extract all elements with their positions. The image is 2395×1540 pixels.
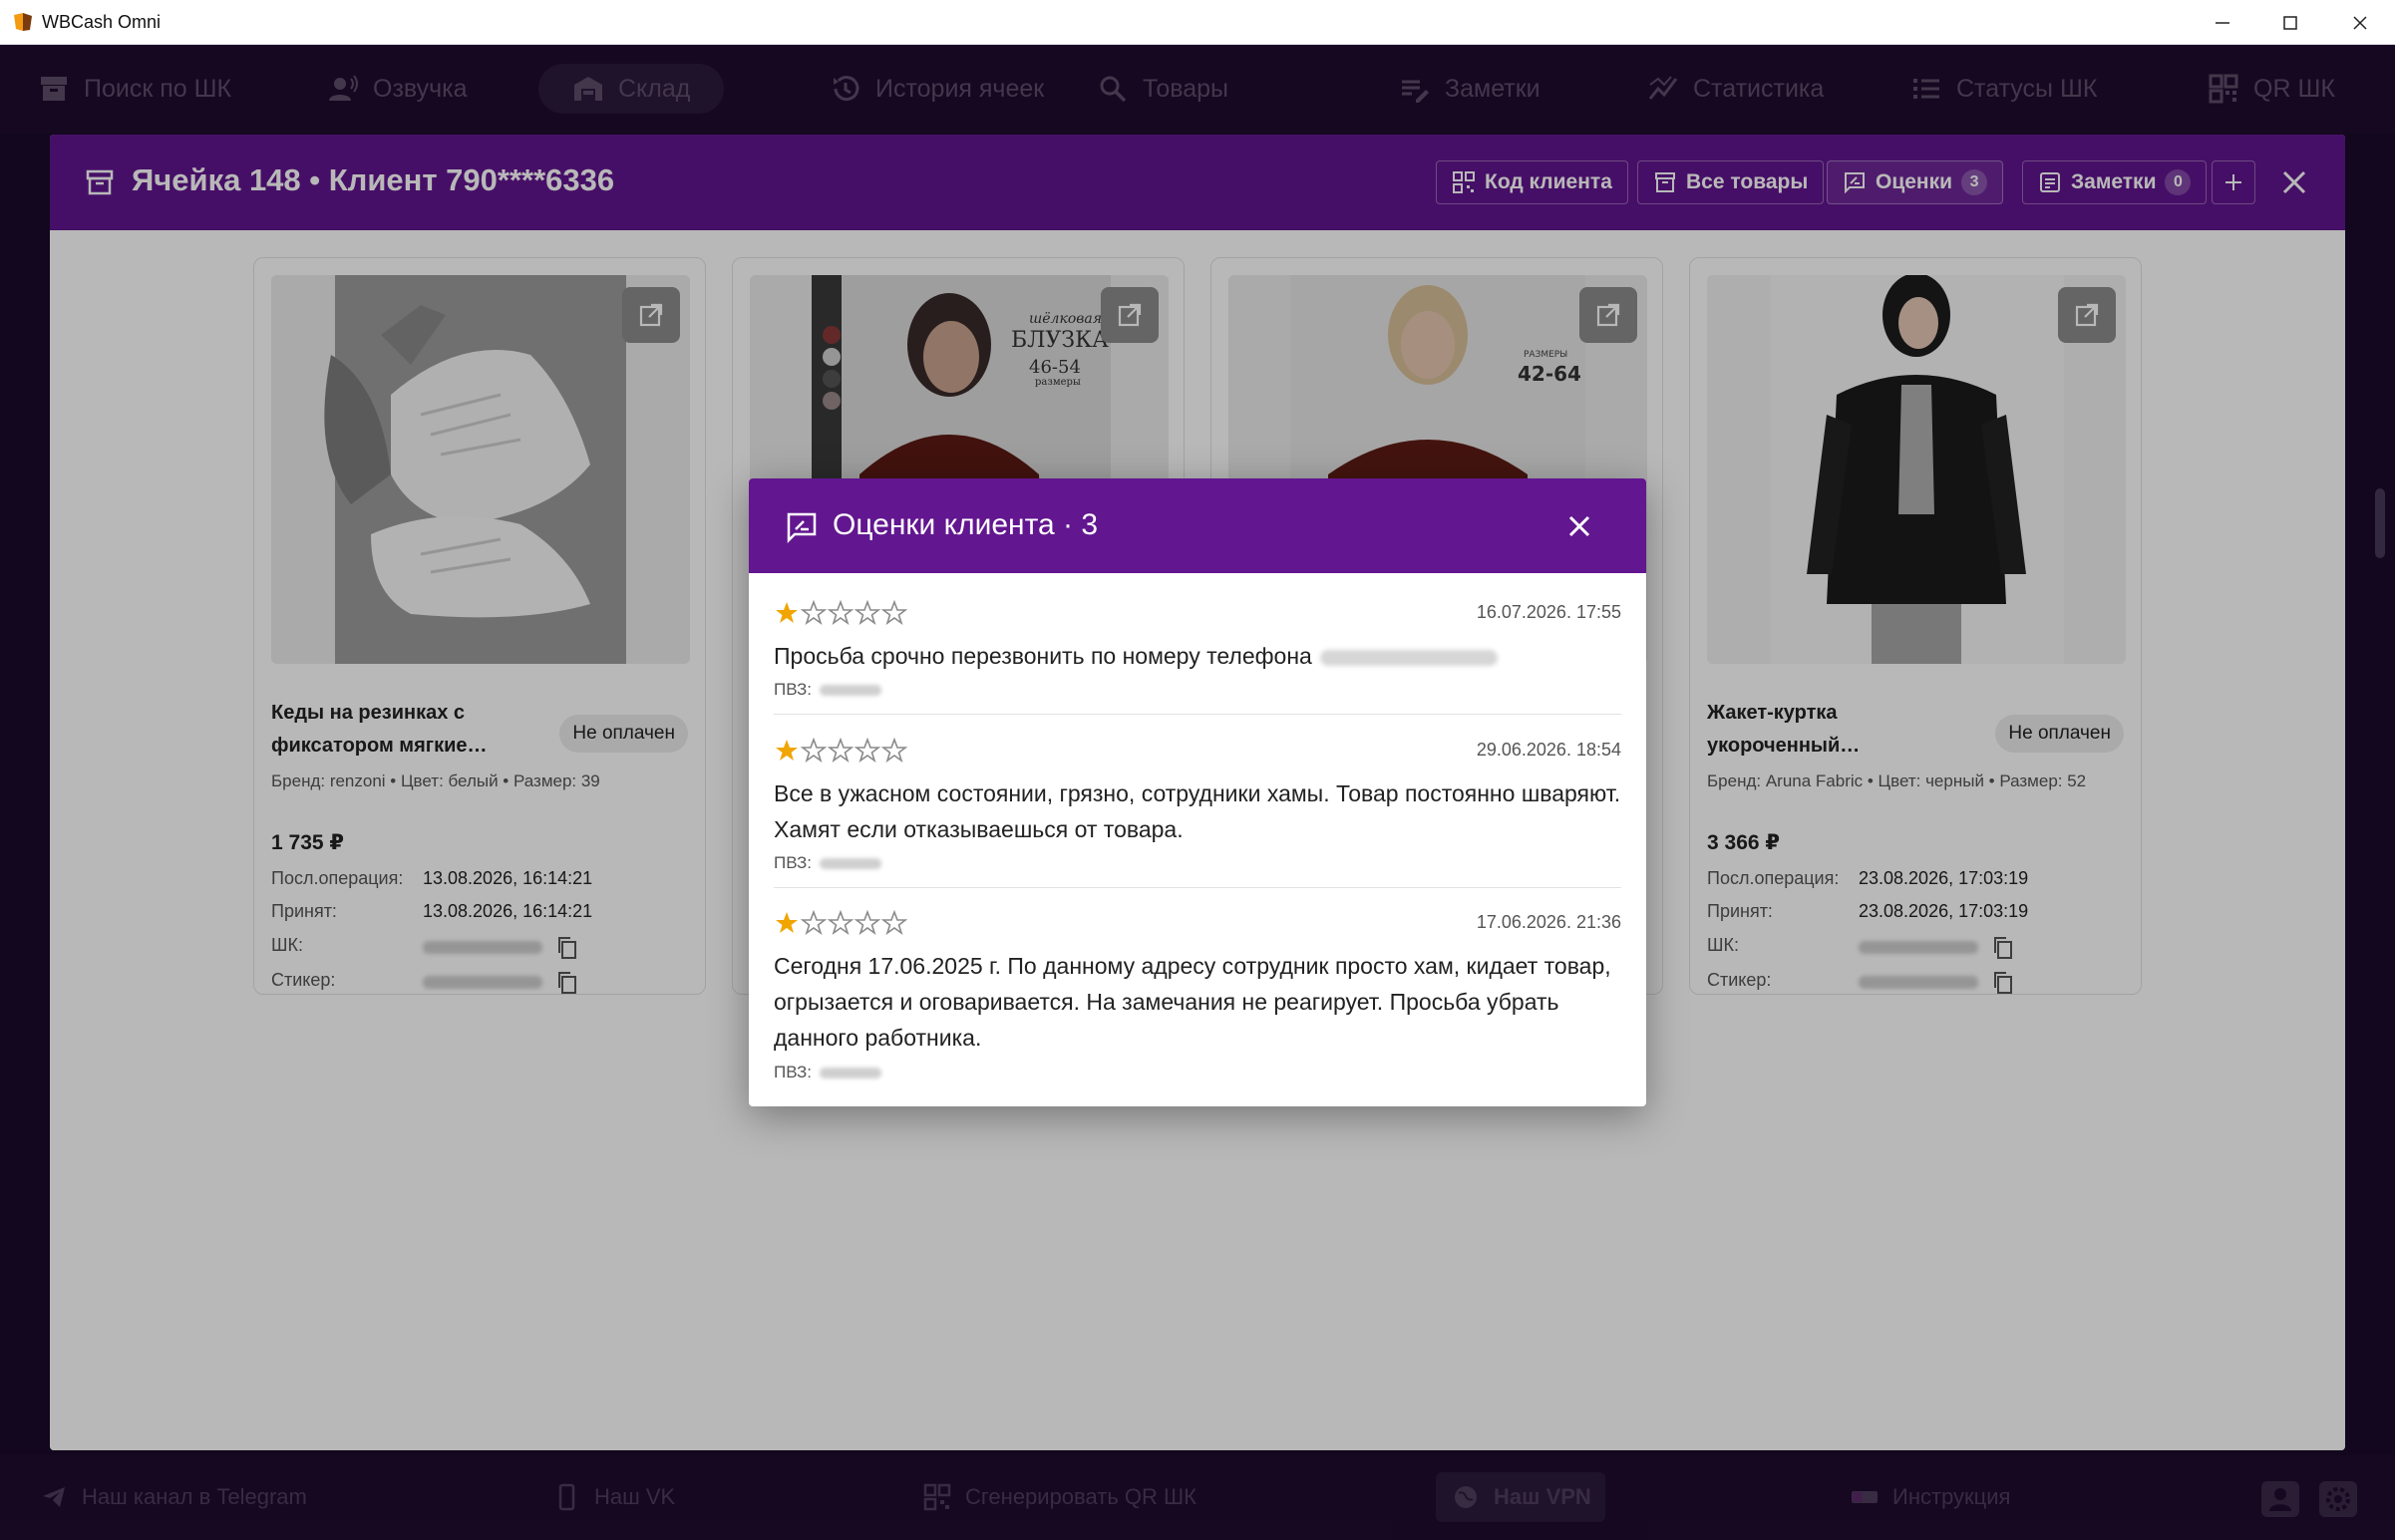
star-empty-icon (881, 910, 907, 936)
star-filled-icon (776, 912, 798, 933)
ratings-dialog: Оценки клиента · 3 16.07.2026. 17:55 Про… (749, 478, 1646, 1106)
maximize-icon (2283, 15, 2297, 30)
dialog-header: Оценки клиента · 3 (749, 478, 1646, 573)
title-bar: WBCash Omni (0, 0, 2395, 45)
star-empty-icon (828, 600, 854, 626)
star-filled-icon (776, 740, 798, 761)
pickup-point: ПВЗ: (774, 680, 881, 700)
star-rating (774, 600, 907, 626)
minimize-button[interactable] (2189, 0, 2256, 45)
pvz-label: ПВЗ: (774, 1063, 812, 1081)
review-date: 17.06.2026. 21:36 (1476, 912, 1621, 932)
review-item: 16.07.2026. 17:55 Просьба срочно перезво… (774, 588, 1621, 715)
star-empty-icon (881, 738, 907, 764)
review-text-container: Просьба срочно перезвонить по номеру тел… (774, 638, 1621, 674)
star-empty-icon (828, 738, 854, 764)
review-text: Сегодня 17.06.2025 г. По данному адресу … (774, 953, 1611, 1051)
star-empty-icon (855, 738, 880, 764)
blurred-phone (1319, 649, 1498, 666)
review-item: 29.06.2026. 18:54 Все в ужасном состояни… (774, 726, 1621, 888)
blurred-value (819, 858, 881, 870)
review-date: 16.07.2026. 17:55 (1476, 602, 1621, 622)
review-date: 29.06.2026. 18:54 (1476, 740, 1621, 760)
app-title: WBCash Omni (42, 12, 162, 32)
pickup-point: ПВЗ: (774, 1063, 881, 1082)
close-icon[interactable] (1561, 508, 1597, 544)
review-item: 17.06.2026. 21:36 Сегодня 17.06.2025 г. … (774, 898, 1621, 1097)
close-window-button[interactable] (2326, 0, 2394, 45)
star-filled-icon (776, 602, 798, 623)
dialog-title: Оценки клиента · 3 (833, 508, 1099, 541)
star-rating (774, 910, 907, 936)
star-rating (774, 738, 907, 764)
feedback-icon (787, 512, 817, 544)
star-empty-icon (801, 910, 827, 936)
pvz-label: ПВЗ: (774, 680, 812, 699)
close-icon (2353, 15, 2367, 30)
blurred-value (819, 1068, 881, 1079)
star-empty-icon (881, 600, 907, 626)
star-empty-icon (801, 600, 827, 626)
star-empty-icon (828, 910, 854, 936)
star-empty-icon (801, 738, 827, 764)
maximize-button[interactable] (2256, 0, 2324, 45)
pvz-label: ПВЗ: (774, 853, 812, 872)
blurred-value (819, 685, 881, 697)
minimize-icon (2216, 21, 2229, 24)
app-logo-icon (14, 13, 32, 31)
review-text: Просьба срочно перезвонить по номеру тел… (774, 643, 1312, 669)
star-empty-icon (855, 600, 880, 626)
star-empty-icon (855, 910, 880, 936)
pickup-point: ПВЗ: (774, 853, 881, 873)
review-text: Все в ужасном состоянии, грязно, сотрудн… (774, 780, 1621, 842)
